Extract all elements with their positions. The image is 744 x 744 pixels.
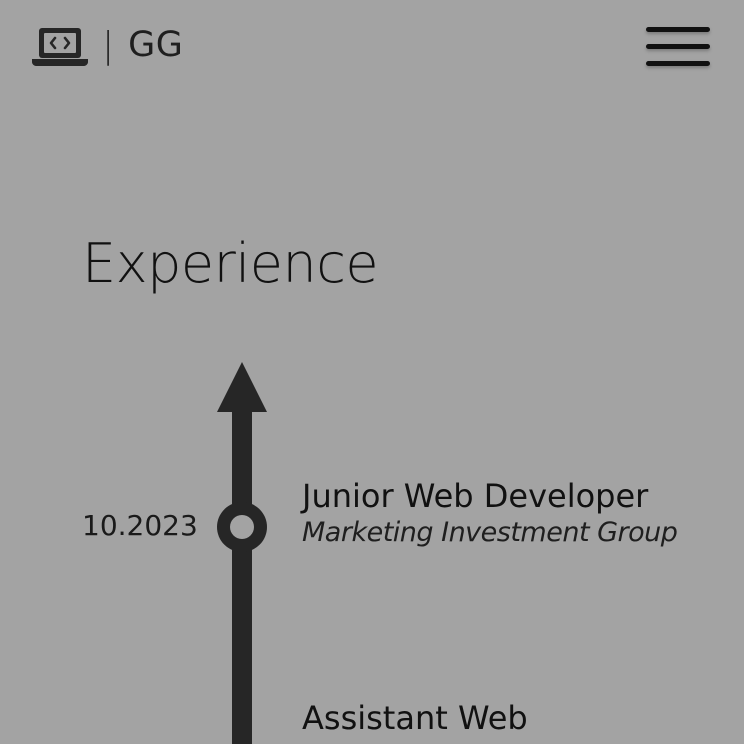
brand-logo-link[interactable]: | GG xyxy=(32,20,183,70)
experience-heading: Experience xyxy=(82,232,379,295)
timeline-job-title: Junior Web Developer xyxy=(302,477,649,515)
timeline-line xyxy=(232,410,252,744)
hamburger-menu-icon[interactable] xyxy=(646,25,710,67)
page: | GG Experience 10.2023 Junior Web Devel… xyxy=(0,0,744,744)
timeline-job-title: Assistant Web xyxy=(302,699,528,737)
timeline-company: Marketing Investment Group xyxy=(302,517,678,548)
timeline-date: 10.2023 xyxy=(82,509,198,542)
timeline-node-icon xyxy=(217,502,267,552)
menu-bar xyxy=(646,61,710,66)
brand-initials: GG xyxy=(128,24,184,65)
menu-bar xyxy=(646,44,710,49)
up-arrow-icon xyxy=(217,362,267,412)
brand-divider: | xyxy=(102,25,115,66)
menu-bar xyxy=(646,27,710,32)
laptop-code-icon xyxy=(32,28,88,66)
